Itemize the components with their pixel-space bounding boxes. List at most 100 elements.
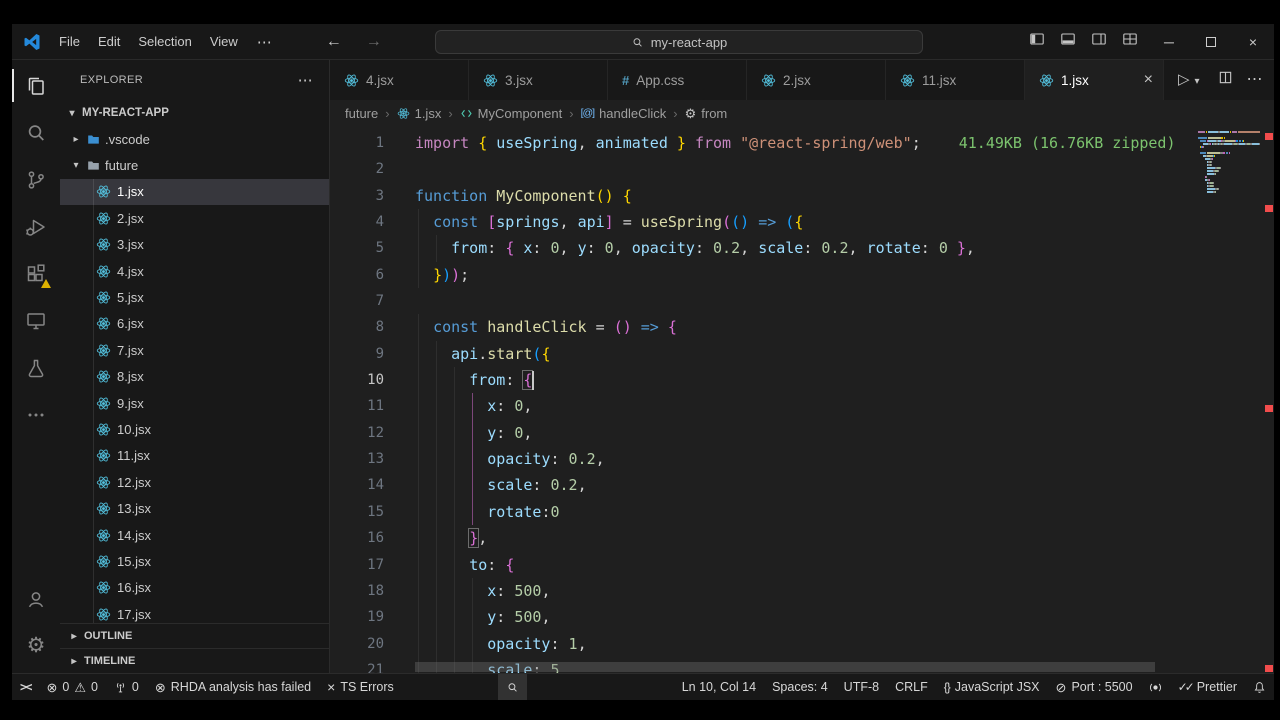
code-line-19[interactable]: 19 y: 500, [330,604,1198,631]
code-line-13[interactable]: 13 opacity: 0.2, [330,446,1198,473]
editor-scrollbar[interactable] [1260,126,1274,673]
tree-file-2.jsx[interactable]: 2.jsx [60,205,329,231]
split-editor-button[interactable] [1218,70,1233,90]
tree-file-4.jsx[interactable]: 4.jsx [60,258,329,284]
outline-section[interactable]: ▸ OUTLINE [60,623,329,648]
tree-file-14.jsx[interactable]: 14.jsx [60,522,329,548]
activity-search[interactable] [12,109,60,156]
activity-testing[interactable] [12,344,60,391]
status-language-mode[interactable]: {} JavaScript JSX [936,674,1048,700]
code-line-4[interactable]: 4 const [springs, api] = useSpring(() =>… [330,209,1198,236]
code-line-20[interactable]: 20 opacity: 1, [330,630,1198,657]
tree-file-7.jsx[interactable]: 7.jsx [60,337,329,363]
menu-more[interactable]: ⋯ [247,33,282,51]
code-line-9[interactable]: 9 api.start({ [330,340,1198,368]
activity-more[interactable] [12,391,60,438]
layout-sidebar-left-button[interactable] [1029,31,1045,52]
tab-3.jsx[interactable]: 3.jsx [469,60,608,100]
breadcrumb-1.jsx[interactable]: 1.jsx [397,106,441,121]
tree-file-15.jsx[interactable]: 15.jsx [60,548,329,574]
run-button[interactable]: ▷ [1178,71,1190,89]
tree-file-11.jsx[interactable]: 11.jsx [60,443,329,469]
tab-1.jsx[interactable]: 1.jsx × [1025,60,1164,100]
status-indentation[interactable]: Spaces: 4 [764,674,836,700]
code-line-7[interactable]: 7 [330,288,1198,314]
tree-folder-.vscode[interactable]: ▸ .vscode [60,126,329,152]
forward-arrow-icon[interactable]: → [366,33,382,51]
tree-file-6.jsx[interactable]: 6.jsx [60,311,329,337]
more-actions-button[interactable]: ⋯ [1247,71,1263,89]
status-encoding[interactable]: UTF-8 [836,674,887,700]
status-problems[interactable]: ⊗ 0 ⚠ 0 [38,674,105,700]
activity-run-debug[interactable] [12,203,60,250]
breadcrumb-handleClick[interactable]: [@] handleClick [581,106,667,121]
code-editor[interactable]: 1 import { useSpring, animated } from "@r… [330,126,1274,673]
status-prettier[interactable]: ✓✓ Prettier [1170,674,1245,700]
minimap[interactable] [1198,126,1260,673]
close-icon[interactable]: × [1144,72,1153,88]
status-ports[interactable]: 0 [106,674,147,700]
code-line-6[interactable]: 6 })); [330,261,1198,289]
tree-folder-future[interactable]: ▾ future [60,152,329,178]
menu-view[interactable]: View [201,24,247,59]
maximize-button[interactable] [1190,24,1232,59]
status-port[interactable]: ⊘ Port : 5500 [1048,674,1141,700]
menu-file[interactable]: File [50,24,89,59]
tree-file-9.jsx[interactable]: 9.jsx [60,390,329,416]
status-broadcast[interactable] [1141,674,1170,700]
status-remote[interactable]: >< [12,674,38,700]
activity-accounts[interactable] [12,575,60,622]
activity-extensions[interactable] [12,250,60,297]
close-button[interactable]: × [1232,24,1274,59]
status-search[interactable] [497,674,527,700]
breadcrumb-from[interactable]: ⚙ from [685,106,728,121]
tab-4.jsx[interactable]: 4.jsx [330,60,469,100]
code-line-18[interactable]: 18 x: 500, [330,577,1198,605]
code-line-5[interactable]: 5 from: { x: 0, y: 0, opacity: 0.2, scal… [330,235,1198,262]
status-notifications[interactable] [1245,674,1274,700]
tree-file-1.jsx[interactable]: 1.jsx [60,178,329,206]
code-line-17[interactable]: 17 to: { [330,551,1198,578]
code-line-3[interactable]: 3 function MyComponent() { [330,183,1198,209]
code-line-1[interactable]: 1 import { useSpring, animated } from "@r… [330,130,1198,156]
status-eol[interactable]: CRLF [887,674,936,700]
timeline-section[interactable]: ▸ TIMELINE [60,648,329,673]
tree-file-16.jsx[interactable]: 16.jsx [60,575,329,601]
tab-App.css[interactable]: # App.css [608,60,747,100]
tree-file-17.jsx[interactable]: 17.jsx [60,601,329,623]
tree-file-10.jsx[interactable]: 10.jsx [60,416,329,442]
code-line-16[interactable]: 16 }, [330,525,1198,552]
code-line-10[interactable]: 10 from: { [330,367,1198,394]
code-line-15[interactable]: 15 rotate:0 [330,498,1198,526]
minimize-button[interactable]: ─ [1148,24,1190,59]
code-line-2[interactable]: 2 [330,156,1198,182]
command-center[interactable]: my-react-app [435,30,923,54]
tree-file-3.jsx[interactable]: 3.jsx [60,232,329,258]
sidebar-more-actions[interactable]: ⋯ [298,71,313,89]
activity-remote-explorer[interactable] [12,297,60,344]
layout-sidebar-right-button[interactable] [1091,31,1107,52]
code-line-12[interactable]: 12 y: 0, [330,419,1198,447]
tab-11.jsx[interactable]: 11.jsx [886,60,1025,100]
tree-file-13.jsx[interactable]: 13.jsx [60,495,329,521]
tree-file-8.jsx[interactable]: 8.jsx [60,364,329,390]
layout-panel-button[interactable] [1060,31,1076,52]
menu-edit[interactable]: Edit [89,24,129,59]
back-arrow-icon[interactable]: ← [326,33,342,51]
status-rhda[interactable]: ⊗ RHDA analysis has failed [147,674,319,700]
activity-explorer[interactable] [12,62,60,109]
tree-file-5.jsx[interactable]: 5.jsx [60,284,329,310]
project-root[interactable]: ▾ MY-REACT-APP [60,100,329,126]
code-line-8[interactable]: 8 const handleClick = () => { [330,314,1198,341]
layout-grid-button[interactable] [1122,31,1138,52]
activity-source-control[interactable] [12,156,60,203]
code-line-11[interactable]: 11 x: 0, [330,393,1198,420]
status-ts-errors[interactable]: × TS Errors [319,674,402,700]
breadcrumb-MyComponent[interactable]: MyComponent [460,106,562,121]
tree-file-12.jsx[interactable]: 12.jsx [60,469,329,495]
menu-selection[interactable]: Selection [129,24,200,59]
breadcrumb-future[interactable]: future [345,106,378,121]
activity-settings[interactable]: ⚙ [12,622,60,669]
tab-2.jsx[interactable]: 2.jsx [747,60,886,100]
status-cursor-position[interactable]: Ln 10, Col 14 [674,674,764,700]
